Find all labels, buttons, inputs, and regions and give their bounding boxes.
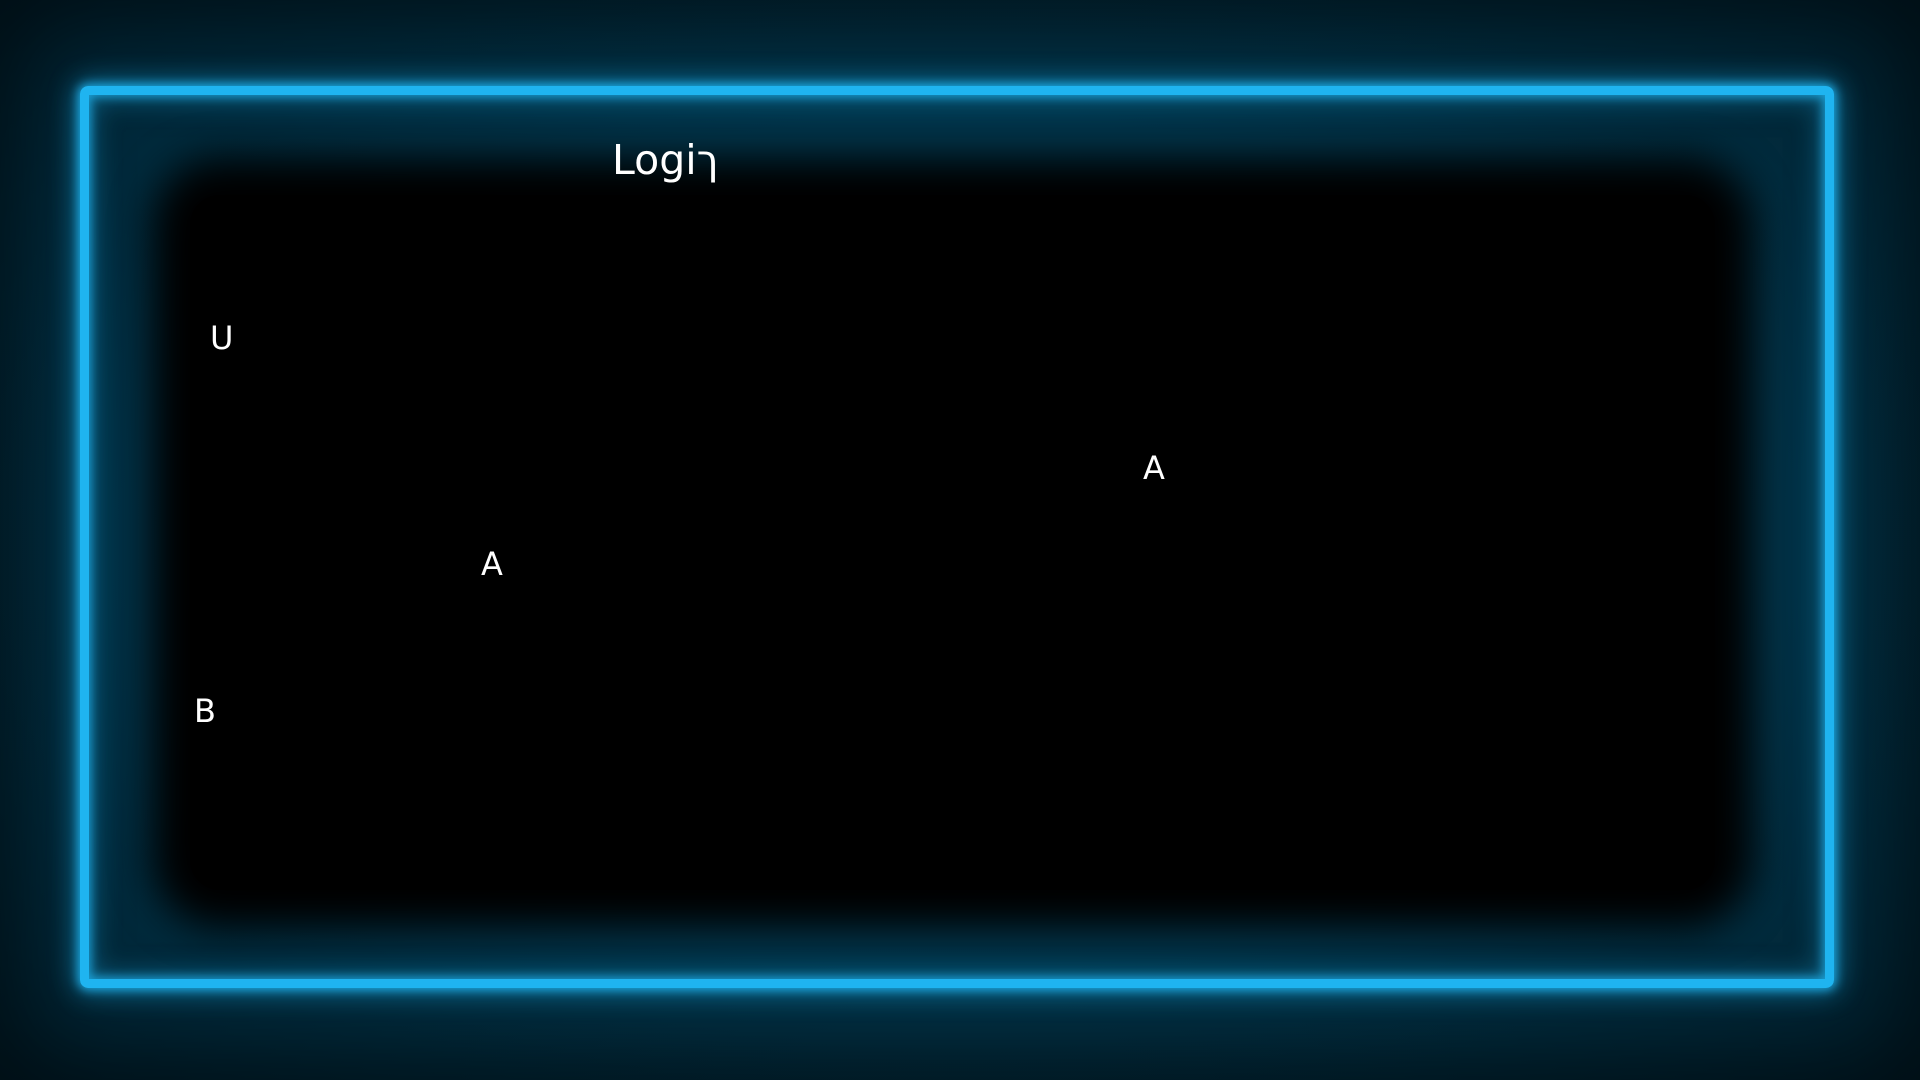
login-panel bbox=[190, 195, 1715, 890]
label-b: B bbox=[194, 692, 216, 730]
label-u: U bbox=[210, 319, 234, 357]
label-a-right: A bbox=[1143, 449, 1165, 487]
page-title: Logiך bbox=[612, 136, 719, 184]
login-screen: Logiך U A A B bbox=[0, 0, 1920, 1080]
label-a-left: A bbox=[481, 545, 503, 583]
